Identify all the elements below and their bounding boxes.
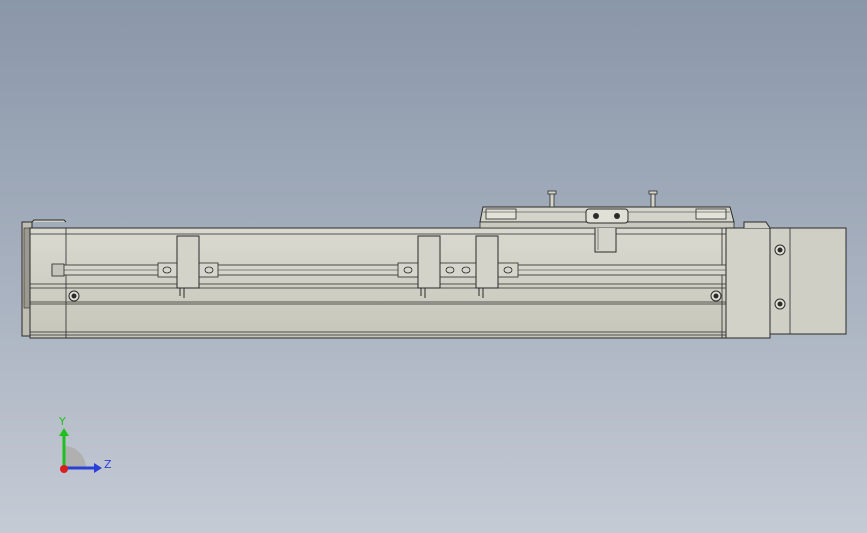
main-body bbox=[29, 227, 727, 339]
x-axis-origin-icon bbox=[60, 465, 68, 473]
z-axis-label: Z bbox=[104, 458, 112, 471]
y-axis-label: Y bbox=[58, 415, 66, 428]
motor-block[interactable] bbox=[725, 221, 847, 339]
left-screw-icon bbox=[68, 290, 80, 302]
triad-plane-icon bbox=[64, 446, 86, 468]
sensor-rail bbox=[51, 263, 741, 277]
actuator-side-view[interactable] bbox=[0, 0, 867, 533]
axis-triad: Y Z bbox=[58, 415, 112, 473]
rail-clamp-3 bbox=[495, 262, 519, 278]
right-screw-icon bbox=[710, 290, 722, 302]
cad-viewport[interactable]: Y Z bbox=[0, 0, 867, 533]
